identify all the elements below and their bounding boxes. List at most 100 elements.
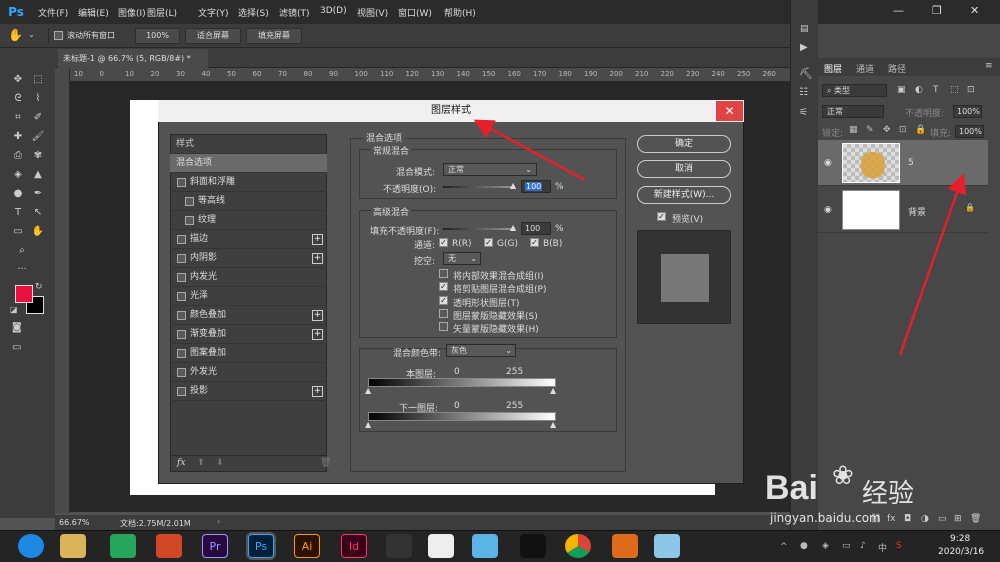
eyedropper-tool-icon[interactable]: ✐ [30, 110, 46, 126]
visibility-eye-icon[interactable]: ◉ [824, 158, 832, 168]
this-layer-black-handle[interactable]: ▲ [365, 386, 371, 395]
move-down-icon[interactable]: ⬇ [216, 458, 224, 468]
path-select-tool-icon[interactable]: ↖ [30, 205, 46, 221]
play-icon[interactable]: ▶ [800, 42, 808, 53]
file-explorer-icon[interactable] [60, 534, 86, 558]
pen-tool-icon[interactable]: ✒ [30, 186, 46, 202]
illustrator-icon[interactable]: Ai [294, 534, 320, 558]
zoom-tool-icon[interactable]: ⌕ [14, 243, 30, 259]
default-colors-icon[interactable]: ◪ [10, 305, 18, 314]
style-item[interactable]: 投影 + [170, 382, 327, 401]
style-item-checkbox[interactable] [177, 178, 186, 187]
hand-tool-icon[interactable]: ✋ [8, 28, 23, 42]
close-icon[interactable]: ✕ [970, 4, 979, 17]
marquee-tool-icon[interactable]: ⬚ [30, 72, 46, 88]
chrome-icon[interactable] [565, 534, 591, 558]
add-effect-icon[interactable]: + [312, 386, 323, 397]
premiere-icon[interactable]: Pr [202, 534, 228, 558]
ok-button[interactable]: 确定 [637, 135, 731, 153]
tray-s-icon[interactable]: S [896, 541, 902, 551]
healing-tool-icon[interactable]: ✚ [10, 129, 26, 145]
image-filter-icon[interactable]: ▣ [897, 85, 906, 95]
layer-row[interactable]: ◉ 背景 🔒 [818, 187, 988, 233]
lock-all-icon[interactable]: 🔒 [915, 125, 926, 135]
lock-pixels-icon[interactable]: ✎ [866, 125, 874, 135]
style-item-checkbox[interactable] [177, 387, 186, 396]
lock-position-icon[interactable]: ✥ [883, 125, 891, 135]
panel-menu-icon[interactable]: ≡ [985, 61, 993, 71]
gradient-tool-icon[interactable]: ▲ [30, 167, 46, 183]
tray-volume-icon[interactable]: ♪ [860, 541, 866, 551]
style-item[interactable]: 内阴影 + [170, 249, 327, 268]
layer-name[interactable]: 5 [908, 158, 914, 168]
fill-screen-button[interactable]: 填充屏幕 [246, 28, 302, 44]
tray-display-icon[interactable]: ▭ [842, 541, 851, 551]
eraser-tool-icon[interactable]: ◈ [10, 167, 26, 183]
new-style-button[interactable]: 新建样式(W)... [637, 186, 731, 204]
chevron-right-icon[interactable]: › [217, 517, 220, 526]
fill-input[interactable]: 100% [955, 125, 984, 138]
menu-item[interactable]: 文件(F) [38, 6, 68, 19]
blend-if-dropdown[interactable]: 灰色 ⌄ [446, 344, 516, 357]
tray-chevron-icon[interactable]: ^ [780, 542, 788, 552]
shape-filter-icon[interactable]: ⬚ [950, 85, 959, 95]
style-item-checkbox[interactable] [177, 273, 186, 282]
adjustment-filter-icon[interactable]: ◐ [915, 85, 923, 95]
this-layer-white-handle[interactable]: ▲ [550, 386, 556, 395]
qq-icon[interactable] [520, 534, 546, 558]
menu-item[interactable]: 滤镜(T) [279, 6, 310, 19]
opacity-value-input[interactable]: 100 [521, 180, 551, 193]
lock-artboard-icon[interactable]: ⊡ [899, 125, 907, 135]
style-item[interactable]: 内发光 [170, 268, 327, 287]
type-tool-icon[interactable]: T [10, 205, 26, 221]
dodge-tool-icon[interactable]: ● [10, 186, 26, 202]
powerpoint-icon[interactable] [156, 534, 182, 558]
style-item-checkbox[interactable] [177, 311, 186, 320]
app-icon-3[interactable] [612, 534, 638, 558]
cancel-button[interactable]: 取消 [637, 160, 731, 178]
layer-row[interactable]: ◉ 5 [818, 140, 988, 186]
scroll-all-checkbox[interactable] [54, 31, 63, 40]
move-up-icon[interactable]: ⬆ [197, 458, 205, 468]
advanced-option-checkbox[interactable] [439, 269, 448, 278]
stamp-tool-icon[interactable]: ⎙ [10, 148, 26, 164]
move-tool-icon[interactable]: ✥ [10, 72, 26, 88]
menu-item[interactable]: 帮助(H) [444, 6, 476, 19]
opacity-slider-handle[interactable]: ▲ [510, 181, 516, 190]
foreground-color-top[interactable] [15, 285, 33, 303]
preview-checkbox[interactable]: ✓ [657, 212, 666, 221]
fill-opacity-input[interactable]: 100 [521, 222, 551, 235]
style-item-checkbox[interactable] [177, 292, 186, 301]
add-effect-icon[interactable]: + [312, 234, 323, 245]
fill-opacity-slider[interactable] [443, 228, 515, 230]
style-item[interactable]: 图案叠加 [170, 344, 327, 363]
style-item-checkbox[interactable] [177, 235, 186, 244]
opacity-slider[interactable] [443, 186, 515, 188]
channel-r-checkbox[interactable]: ✓ [439, 238, 448, 247]
visibility-eye-icon[interactable]: ◉ [824, 205, 832, 215]
menu-item[interactable]: 图像(I) [118, 6, 146, 19]
tray-ime-icon[interactable]: 中 [878, 541, 887, 554]
style-item-checkbox[interactable] [185, 216, 194, 225]
quick-mask-icon[interactable]: ◙ [12, 322, 22, 333]
brush-settings-icon[interactable]: ⛏ [799, 67, 813, 80]
tab-paths[interactable]: 路径 [888, 62, 906, 75]
type-filter-icon[interactable]: T [933, 85, 939, 95]
menu-item[interactable]: 视图(V) [357, 6, 388, 19]
start-button-icon[interactable] [18, 534, 44, 558]
quick-select-tool-icon[interactable]: ⌇ [30, 91, 46, 107]
indesign-icon[interactable]: Id [341, 534, 367, 558]
delete-effect-icon[interactable]: 🗑 [320, 458, 331, 468]
style-item[interactable]: 纹理 [170, 211, 327, 230]
history-icon[interactable]: ▤ [800, 24, 809, 34]
blend-mode-select[interactable]: 正常 [822, 105, 884, 118]
minimize-icon[interactable]: — [893, 4, 904, 17]
history-brush-tool-icon[interactable]: ✾ [30, 148, 46, 164]
advanced-option-checkbox[interactable] [439, 322, 448, 332]
brush-tool-icon[interactable]: 🖌 [30, 129, 46, 145]
tab-channels[interactable]: 通道 [856, 62, 874, 75]
style-item[interactable]: 等高线 [170, 192, 327, 211]
photoshop-taskbar-icon[interactable]: Ps [246, 532, 276, 560]
menu-item[interactable]: 窗口(W) [398, 6, 432, 19]
menu-item[interactable]: 3D(D) [320, 6, 347, 16]
